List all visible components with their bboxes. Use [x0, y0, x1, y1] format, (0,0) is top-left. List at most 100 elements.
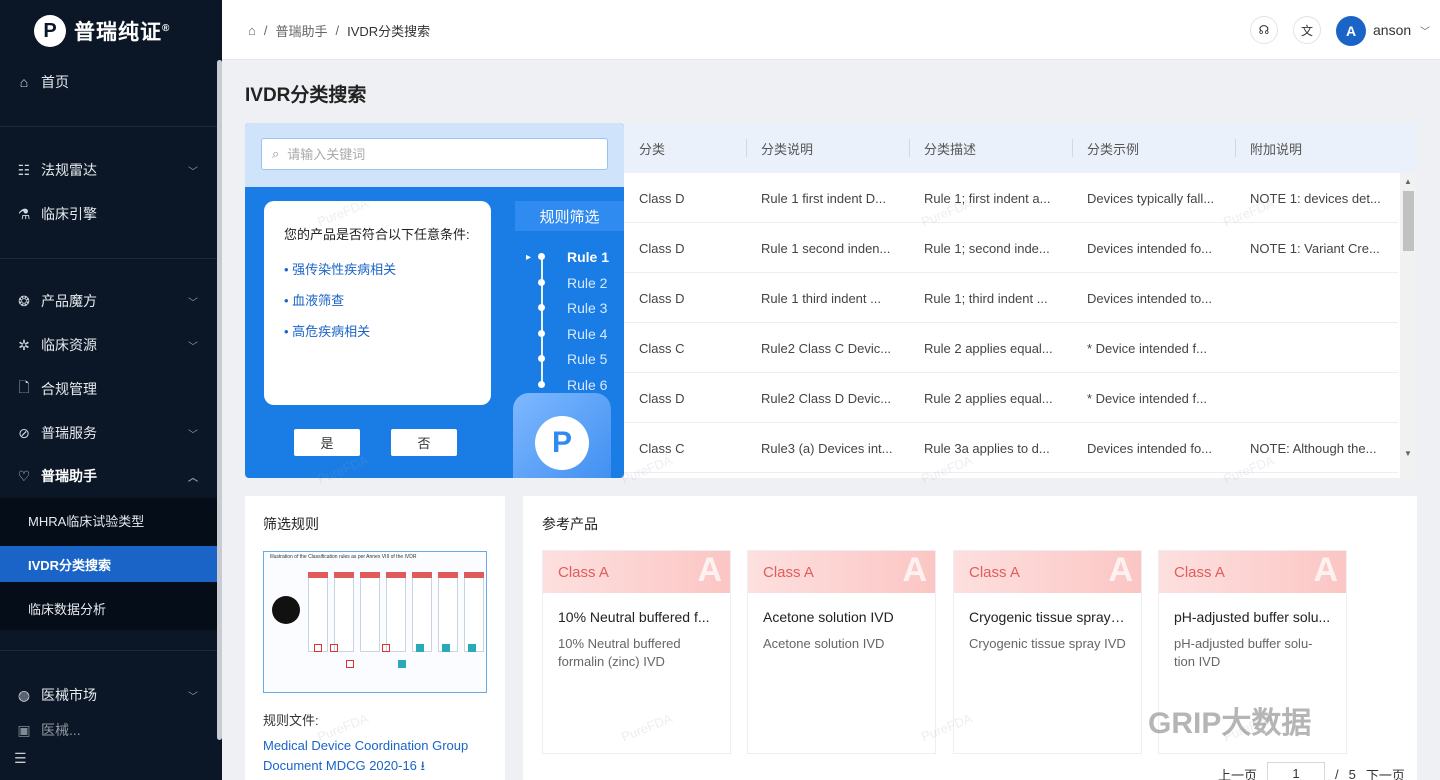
class-letter-watermark: A — [697, 551, 722, 589]
sidebar-subitem-ivdr[interactable]: IVDR分类搜索 — [0, 546, 218, 582]
table-cell: Rule2 Class D Devic... — [761, 390, 892, 406]
rule-step-2[interactable]: Rule 2 — [567, 275, 607, 291]
home-icon[interactable]: ⌂ — [248, 23, 256, 38]
page-separator: / — [1335, 766, 1339, 780]
globe-icon: ◍ — [17, 686, 31, 703]
diagram-class-box — [468, 644, 476, 652]
sidebar-item-partial[interactable]: ▣ 医械... — [0, 720, 218, 740]
sidebar-item-services[interactable]: ⊘ 普瑞服务 ﹀ — [0, 413, 218, 453]
chevron-down-icon: ﹀ — [188, 297, 198, 309]
doc-icon: 🗋 — [18, 379, 30, 395]
rule-file-link[interactable]: Medical Device Coordination Group Docume… — [263, 736, 493, 776]
sidebar-divider — [0, 126, 218, 127]
sidebar-item-home[interactable]: ⌂ 首页 — [0, 62, 218, 102]
rule-dot — [538, 279, 545, 286]
class-letter-watermark: A — [1313, 551, 1338, 589]
next-page-button[interactable]: 下一页 — [1366, 765, 1405, 780]
no-button[interactable]: 否 — [391, 429, 457, 456]
condition-item: • 高危疾病相关 — [284, 324, 371, 339]
diagram-header — [334, 572, 354, 578]
collapse-menu-icon[interactable]: ☰ — [14, 750, 27, 767]
sidebar-subitem-mhra[interactable]: MHRA临床试验类型 — [0, 502, 218, 538]
product-desc: 10% Neutral buffered formalin (zinc) IVD — [558, 636, 681, 669]
table-row[interactable]: Class C Rule3 (a) Devices int... Rule 3a… — [624, 423, 1398, 473]
rule-dot — [538, 355, 545, 362]
condition-label: 高危疾病相关 — [292, 324, 371, 339]
logo-text: 普瑞纯证® — [74, 16, 170, 46]
table-cell: Devices intended fo... — [1087, 240, 1213, 256]
column-header: 附加说明 — [1235, 123, 1398, 173]
yes-button[interactable]: 是 — [294, 429, 360, 456]
brand-logo-icon: P — [513, 393, 611, 478]
rule-step-6[interactable]: Rule 6 — [567, 377, 607, 391]
table-row[interactable]: Class D Rule 1 second inden... Rule 1; s… — [624, 223, 1398, 273]
chevron-down-icon[interactable]: ﹀ — [1420, 23, 1430, 38]
scroll-up-icon[interactable]: ▲ — [1404, 177, 1412, 186]
total-pages: 5 — [1348, 766, 1356, 780]
table-scrollbar[interactable]: ▲ ▼ — [1400, 173, 1417, 478]
diagram-header — [438, 572, 458, 578]
radar-icon: ☷ — [17, 161, 31, 178]
search-input[interactable] — [287, 146, 578, 162]
diagram-column — [412, 572, 432, 652]
sidebar-item-label: 法规雷达 — [41, 162, 97, 178]
sidebar-item-label: 临床资源 — [41, 337, 97, 353]
table-cell: Devices intended to... — [1087, 290, 1213, 306]
scroll-down-icon[interactable]: ▼ — [1404, 449, 1412, 458]
diagram-header — [360, 572, 380, 578]
product-desc: Cryogenic tissue spray IVD — [969, 636, 1126, 651]
rule-step-3[interactable]: Rule 3 — [567, 300, 607, 316]
sidebar-item-clinical-engine[interactable]: ⚗ 临床引擎 — [0, 194, 218, 234]
product-card[interactable]: Class A A Acetone solution IVD Acetone so… — [747, 550, 936, 754]
classification-rules-diagram[interactable]: Illustration of the Classification rules… — [263, 551, 487, 693]
breadcrumb-item[interactable]: 普瑞助手 — [275, 21, 327, 40]
table-cell: * Device intended f... — [1087, 340, 1207, 356]
sidebar-item-device-market[interactable]: ◍ 医械市场 ﹀ — [0, 675, 218, 715]
logo[interactable]: P 普瑞纯证® — [0, 0, 222, 62]
sidebar-item-product-cube[interactable]: ❂ 产品魔方 ﹀ — [0, 281, 218, 321]
rule-file-link-text[interactable]: Medical Device Coordination Group Docume… — [263, 738, 468, 773]
breadcrumb: ⌂ / 普瑞助手 / IVDR分类搜索 — [248, 21, 430, 40]
page-title: IVDR分类搜索 — [245, 85, 367, 106]
rule-filter-tab[interactable]: 规则筛选 — [515, 201, 624, 231]
product-class-header: Class A A — [543, 551, 730, 593]
rule-step-5[interactable]: Rule 5 — [567, 351, 607, 367]
question-text: 您的产品是否符合以下任意条件: — [284, 227, 470, 242]
service-icon: ⊘ — [18, 424, 30, 441]
product-class-header: Class A A — [954, 551, 1141, 593]
prev-page-button[interactable]: 上一页 — [1218, 765, 1257, 780]
search-area: ⌕ — [245, 123, 624, 187]
table-cell: Rule 1 second inden... — [761, 240, 891, 256]
table-row[interactable]: Class D Rule2 Class D Devic... Rule 2 ap… — [624, 373, 1398, 423]
search-icon: ⌕ — [272, 146, 280, 161]
rule-step-1[interactable]: Rule 1 — [567, 249, 609, 265]
diagram-header — [464, 572, 484, 578]
sidebar-subitem-clinical-data[interactable]: 临床数据分析 — [0, 590, 218, 626]
support-icon[interactable]: ☊ — [1250, 16, 1278, 44]
table-cell: Rule3 (a) Devices int... — [761, 440, 893, 456]
sidebar-item-clinical-resources[interactable]: ✲ 临床资源 ﹀ — [0, 325, 218, 365]
table-row[interactable]: Class D Rule 1 third indent ... Rule 1; … — [624, 273, 1398, 323]
sidebar-item-regulatory-radar[interactable]: ☷ 法规雷达 ﹀ — [0, 150, 218, 190]
table-cell: NOTE 1: Variant Cre... — [1250, 240, 1380, 256]
download-icon[interactable]: ⭳ — [421, 758, 426, 773]
table-cell: Rule 1; second inde... — [924, 240, 1050, 256]
product-name: Acetone solution IVD — [763, 609, 894, 625]
sidebar-scrollbar[interactable] — [217, 60, 222, 740]
translate-icon[interactable]: 文 — [1293, 16, 1321, 44]
product-card[interactable]: Class A A Cryogenic tissue spray I... Cry… — [953, 550, 1142, 754]
page-input[interactable]: 1 — [1267, 762, 1326, 780]
table-row[interactable]: Class D Rule 1 first indent D... Rule 1;… — [624, 173, 1398, 223]
table-row[interactable]: Class C Rule2 Class C Devic... Rule 2 ap… — [624, 323, 1398, 373]
username[interactable]: anson — [1373, 22, 1411, 38]
rule-step-4[interactable]: Rule 4 — [567, 326, 607, 342]
product-name: pH-adjusted buffer solu... — [1174, 609, 1331, 625]
table-cell: Rule 2 applies equal... — [924, 340, 1053, 356]
sidebar-item-assistant[interactable]: ♡ 普瑞助手 ︿ — [0, 456, 218, 496]
diagram-class-box — [398, 660, 406, 668]
search-box[interactable]: ⌕ — [261, 138, 608, 170]
scrollbar-thumb[interactable] — [1403, 191, 1414, 251]
avatar[interactable]: A — [1336, 16, 1366, 46]
flask-icon: ⚗ — [17, 205, 31, 222]
sidebar-item-compliance[interactable]: 🗋 合规管理 — [0, 369, 218, 409]
